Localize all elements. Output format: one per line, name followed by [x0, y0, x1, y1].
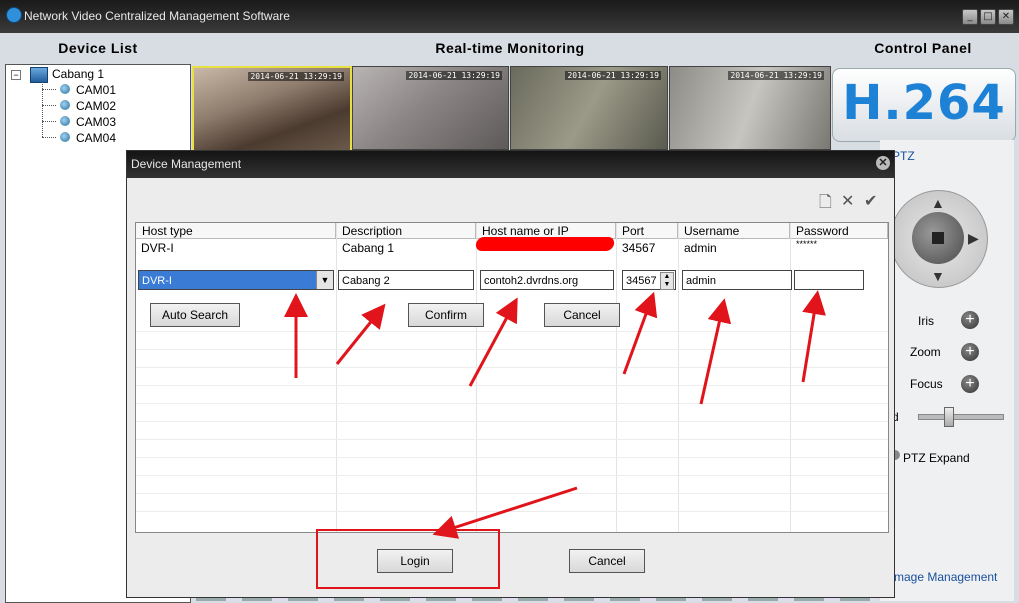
annotation-arrow [432, 486, 578, 539]
annotation-arrow [335, 303, 386, 365]
annotation-arrow [468, 297, 518, 387]
annotation-arrow [622, 291, 658, 375]
annotation-arrow [699, 298, 732, 405]
annotation-arrow [801, 290, 826, 383]
annotation-arrows [284, 290, 826, 539]
